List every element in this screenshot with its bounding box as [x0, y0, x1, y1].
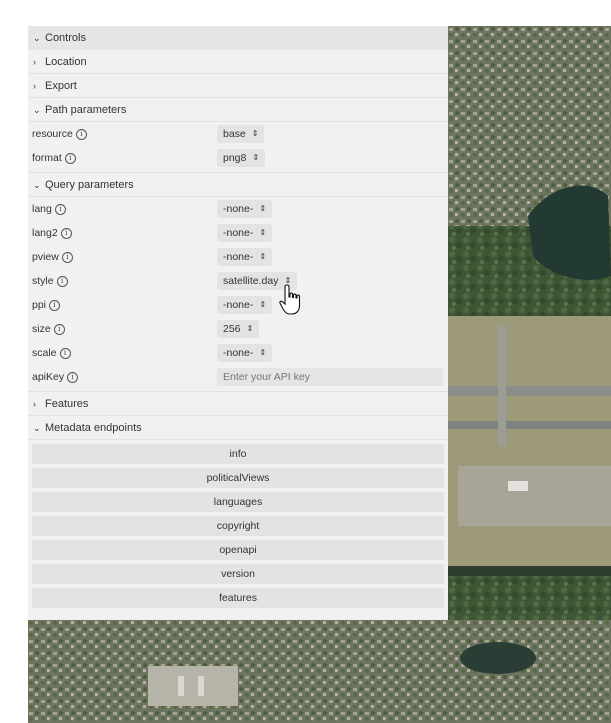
param-label: lang2 i [32, 227, 217, 239]
openapi-button[interactable]: openapi [32, 540, 444, 560]
info-icon[interactable]: i [53, 323, 65, 335]
section-location[interactable]: › Location [28, 50, 448, 74]
param-label-text: format [32, 152, 62, 164]
param-label: scale i [32, 347, 217, 359]
updown-arrow-icon: ⇕ [259, 348, 267, 357]
info-button[interactable]: info [32, 444, 444, 464]
section-query-parameters-label: Query parameters [45, 178, 134, 191]
info-icon[interactable]: i [54, 203, 66, 215]
size-select[interactable]: 256 ⇕ [217, 320, 260, 338]
param-row-format: format i png8 ⇕ [28, 146, 448, 170]
updown-arrow-icon: ⇕ [251, 129, 259, 138]
param-label: format i [32, 152, 217, 164]
param-label-text: size [32, 323, 51, 335]
format-select[interactable]: png8 ⇕ [217, 149, 266, 167]
scale-select[interactable]: -none- ⇕ [217, 344, 273, 362]
section-location-label: Location [45, 55, 87, 68]
info-icon[interactable]: i [56, 275, 68, 287]
param-row-scale: scale i -none- ⇕ [28, 341, 448, 365]
param-label-text: apiKey [32, 371, 65, 383]
param-row-lang2: lang2 i -none- ⇕ [28, 221, 448, 245]
info-icon[interactable]: i [67, 371, 79, 383]
param-row-lang: lang i -none- ⇕ [28, 197, 448, 221]
param-label-text: style [32, 275, 54, 287]
section-features-label: Features [45, 397, 89, 410]
param-row-size: size i 256 ⇕ [28, 317, 448, 341]
path-parameters-list: resource i base ⇕ format i png8 ⇕ [28, 122, 448, 173]
info-icon[interactable]: i [59, 347, 71, 359]
param-label: resource i [32, 128, 217, 140]
chevron-right-icon: › [33, 398, 36, 409]
param-label: pview i [32, 251, 217, 263]
lang2-select[interactable]: -none- ⇕ [217, 224, 273, 242]
updown-arrow-icon: ⇕ [252, 153, 260, 162]
section-path-parameters-label: Path parameters [45, 103, 127, 116]
param-label-text: resource [32, 128, 73, 140]
param-label: apiKey i [32, 371, 217, 383]
info-icon[interactable]: i [64, 152, 76, 164]
select-value: 256 [223, 323, 241, 335]
chevron-down-icon: ⌄ [33, 104, 41, 115]
updown-arrow-icon: ⇕ [259, 300, 267, 309]
section-metadata-endpoints-label: Metadata endpoints [45, 421, 142, 434]
param-label-text: lang [32, 203, 52, 215]
section-export[interactable]: › Export [28, 74, 448, 98]
lang-select[interactable]: -none- ⇕ [217, 200, 273, 218]
info-icon[interactable]: i [60, 227, 72, 239]
section-metadata-endpoints[interactable]: ⌄ Metadata endpoints [28, 416, 448, 440]
param-row-style: style i satellite.day ⇕ [28, 269, 448, 293]
query-parameters-list: lang i -none- ⇕ lang2 i -none- ⇕ pview i -non… [28, 197, 448, 392]
param-label: style i [32, 275, 217, 287]
param-row-pview: pview i -none- ⇕ [28, 245, 448, 269]
updown-arrow-icon: ⇕ [259, 228, 267, 237]
param-label: lang i [32, 203, 217, 215]
param-label: size i [32, 323, 217, 335]
section-features[interactable]: › Features [28, 392, 448, 416]
updown-arrow-icon: ⇕ [246, 324, 254, 333]
copyright-button[interactable]: copyright [32, 516, 444, 536]
param-label-text: pview [32, 251, 59, 263]
apikey-input[interactable] [217, 368, 443, 386]
political-views-button[interactable]: politicalViews [32, 468, 444, 488]
metadata-buttons: info politicalViews languages copyright … [28, 440, 448, 608]
ppi-select[interactable]: -none- ⇕ [217, 296, 273, 314]
select-value: -none- [223, 203, 254, 215]
select-value: -none- [223, 251, 254, 263]
section-query-parameters[interactable]: ⌄ Query parameters [28, 173, 448, 197]
version-button[interactable]: version [32, 564, 444, 584]
features-button[interactable]: features [32, 588, 444, 608]
param-label-text: ppi [32, 299, 47, 311]
select-value: -none- [223, 299, 254, 311]
hand-pointer-icon [279, 284, 301, 315]
select-value: -none- [223, 227, 254, 239]
param-label-text: scale [32, 347, 57, 359]
chevron-down-icon: ⌄ [33, 32, 41, 43]
languages-button[interactable]: languages [32, 492, 444, 512]
select-value: -none- [223, 347, 254, 359]
section-path-parameters[interactable]: ⌄ Path parameters [28, 98, 448, 122]
select-value: png8 [223, 152, 247, 164]
info-icon[interactable]: i [49, 299, 61, 311]
section-controls-label: Controls [45, 31, 86, 44]
chevron-right-icon: › [33, 80, 36, 91]
param-label: ppi i [32, 299, 217, 311]
info-icon[interactable]: i [75, 128, 87, 140]
resource-select[interactable]: base ⇕ [217, 125, 265, 143]
param-row-apikey: apiKey i [28, 365, 448, 389]
select-value: satellite.day [223, 275, 279, 287]
param-row-resource: resource i base ⇕ [28, 122, 448, 146]
updown-arrow-icon: ⇕ [259, 252, 267, 261]
updown-arrow-icon: ⇕ [259, 204, 267, 213]
chevron-down-icon: ⌄ [33, 422, 41, 433]
chevron-down-icon: ⌄ [33, 179, 41, 190]
info-icon[interactable]: i [61, 251, 73, 263]
param-label-text: lang2 [32, 227, 58, 239]
param-row-ppi: ppi i -none- ⇕ [28, 293, 448, 317]
controls-panel: ⌄ Controls › Location › Export ⌄ Path pa… [28, 26, 448, 620]
select-value: base [223, 128, 246, 140]
section-controls[interactable]: ⌄ Controls [28, 26, 448, 50]
pview-select[interactable]: -none- ⇕ [217, 248, 273, 266]
chevron-right-icon: › [33, 56, 36, 67]
section-export-label: Export [45, 79, 77, 92]
